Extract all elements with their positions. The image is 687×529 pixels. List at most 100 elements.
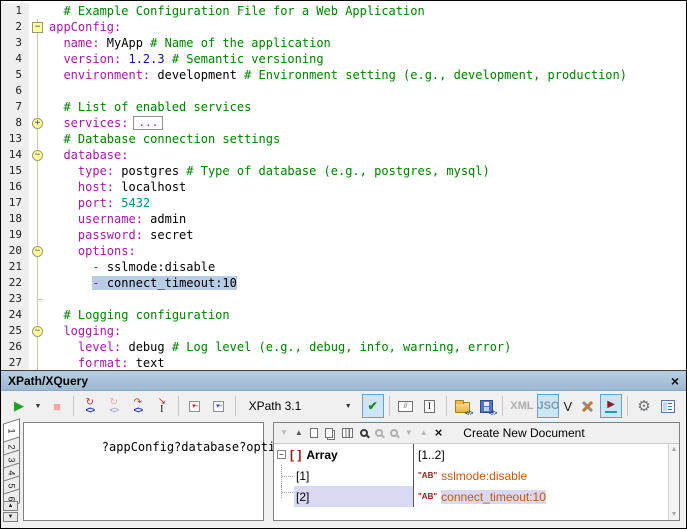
editor-line[interactable]: 7 # List of enabled services [1,99,686,115]
copy-icon[interactable] [325,428,333,438]
code-text[interactable]: # List of enabled services [49,99,686,115]
chevron-down-icon: ▼ [35,403,42,410]
xpath-expression-input[interactable]: ?appConfig?database?options [23,422,264,521]
fold-collapse-icon[interactable]: − [32,150,43,161]
code-text[interactable]: host: localhost [49,179,686,195]
code-text[interactable]: options: [49,243,686,259]
editor-line[interactable]: 15 type: postgres # Type of database (e.… [1,163,686,179]
editor-line[interactable]: 2−appConfig: [1,19,686,35]
editor-line[interactable]: 24 # Logging configuration [1,307,686,323]
run-button[interactable]: ▶ [8,394,30,418]
search-icon[interactable] [360,429,368,437]
editor-line[interactable]: 6 [1,83,686,99]
editor-line[interactable]: 14− database: [1,147,686,163]
tab-scroll-down-button[interactable]: ▼ [3,512,18,522]
search-down-icon[interactable] [390,429,398,437]
goto-cursor-button[interactable]: ↘I [151,394,173,418]
editor-line[interactable]: 17 port: 5432 [1,195,686,211]
editor-line[interactable]: 1 # Example Configuration File for a Web… [1,3,686,19]
close-icon[interactable]: × [671,374,679,388]
breakpoints-button[interactable]: ▾-- [184,394,206,418]
xpath-version-select[interactable]: XPath 3.1 ▼ [243,395,358,417]
evaluate-selection-button[interactable]: ↷<> [127,394,149,418]
code-text[interactable]: database: [49,147,686,163]
stop-button[interactable]: ■ [46,394,68,418]
evaluate-debug-button[interactable]: ↻<> [103,394,125,418]
code-text[interactable]: - sslmode:disable [49,259,686,275]
editor-line[interactable]: 26 level: debug # Log level (e.g., debug… [1,339,686,355]
fold-expand-icon[interactable]: + [32,118,43,129]
settings-button[interactable]: ⚙ [633,394,655,418]
evaluate-xpath-button[interactable]: ↻<> [79,394,101,418]
editor-line[interactable]: 3 name: MyApp # Name of the application [1,35,686,51]
editor-line[interactable]: 27 format: text [1,355,686,370]
run-options-dropdown[interactable]: ▼ [32,394,44,418]
move-up-icon[interactable]: ▲ [420,429,428,437]
result-row[interactable]: [2]"AB"connect_timeout:10 [274,486,668,507]
code-text[interactable]: level: debug # Log level (e.g., debug, i… [49,339,686,355]
code-text[interactable]: username: admin [49,211,686,227]
code-text[interactable]: type: postgres # Type of database (e.g.,… [49,163,686,179]
code-text[interactable]: format: text [49,355,686,370]
code-text[interactable]: version: 1.2.3 # Semantic versioning [49,51,686,67]
editor-line[interactable]: 18 username: admin [1,211,686,227]
fold-collapse-icon[interactable]: − [32,326,43,337]
code-text[interactable]: # Database connection settings [49,131,686,147]
collapse-box-icon[interactable]: − [277,450,286,459]
code-text[interactable]: password: secret [49,227,686,243]
editor-line[interactable]: 13 # Database connection settings [1,131,686,147]
editor-line[interactable]: 20− options: [1,243,686,259]
save-expression-button[interactable]: </> [475,394,497,418]
yaml-editor[interactable]: 1 # Example Configuration File for a Web… [1,1,686,370]
code-text[interactable] [49,291,686,307]
execute-to-output-button[interactable]: ▶ [600,394,622,418]
results-scrollbar[interactable]: ▲ ▼ [668,444,679,520]
code-text[interactable] [49,83,686,99]
scroll-up-icon[interactable]: ▲ [669,446,679,453]
next-match-icon[interactable]: ▼ [280,429,288,437]
code-text[interactable]: # Example Configuration File for a Web A… [49,3,686,19]
panel-title-bar[interactable]: XPath/XQuery × [1,371,686,391]
layout-icon [661,400,675,413]
result-root-row[interactable]: − [ ] Array [1..2] [274,444,668,465]
json-mode-toggle[interactable]: JSO [537,394,559,418]
tracepoints-button[interactable]: ▾-- [208,394,230,418]
editor-line[interactable]: 25− logging: [1,323,686,339]
search-up-icon[interactable] [375,429,383,437]
expression-dialog-button[interactable]: // [395,394,417,418]
code-text[interactable]: services:... [49,115,686,131]
scroll-down-icon[interactable]: ▼ [669,511,679,518]
editor-line[interactable]: 21 - sslmode:disable [1,259,686,275]
code-text[interactable]: environment: development # Environment s… [49,67,686,83]
editor-line[interactable]: 19 password: secret [1,227,686,243]
tab-scroll-up-button[interactable]: ▲ [3,501,18,511]
evaluate-on-typing-toggle[interactable]: ✔ [362,394,384,418]
code-text[interactable]: port: 5432 [49,195,686,211]
editor-line[interactable]: 4 version: 1.2.3 # Semantic versioning [1,51,686,67]
fold-gutter [29,211,49,227]
layout-button[interactable] [657,394,679,418]
columns-icon[interactable] [342,428,353,438]
code-text[interactable]: - connect_timeout:10 [49,275,686,291]
code-text[interactable]: # Logging configuration [49,307,686,323]
open-expression-button[interactable]: </> [451,394,473,418]
fold-gutter [29,291,49,307]
editor-line[interactable]: 23 [1,291,686,307]
code-text[interactable]: name: MyApp # Name of the application [49,35,686,51]
collapsed-fold-box[interactable]: ... [133,116,163,130]
code-text[interactable]: appConfig: [49,19,686,35]
editor-line[interactable]: 5 environment: development # Environment… [1,67,686,83]
fold-collapse-icon[interactable]: − [32,22,43,33]
result-row[interactable]: [1]"AB"sslmode:disable [274,465,668,486]
new-document-icon[interactable] [310,428,318,438]
editor-line[interactable]: 8+ services:... [1,115,686,131]
editor-line[interactable]: 16 host: localhost [1,179,686,195]
options-tools-button[interactable] [576,394,598,418]
move-down-icon[interactable]: ▼ [405,429,413,437]
expression-inline-button[interactable]: I [419,394,441,418]
prev-match-icon[interactable]: ▲ [295,429,303,437]
editor-line[interactable]: 22 - connect_timeout:10 [1,275,686,291]
fold-collapse-icon[interactable]: − [32,246,43,257]
clear-results-icon[interactable]: × [435,427,443,439]
code-text[interactable]: logging: [49,323,686,339]
